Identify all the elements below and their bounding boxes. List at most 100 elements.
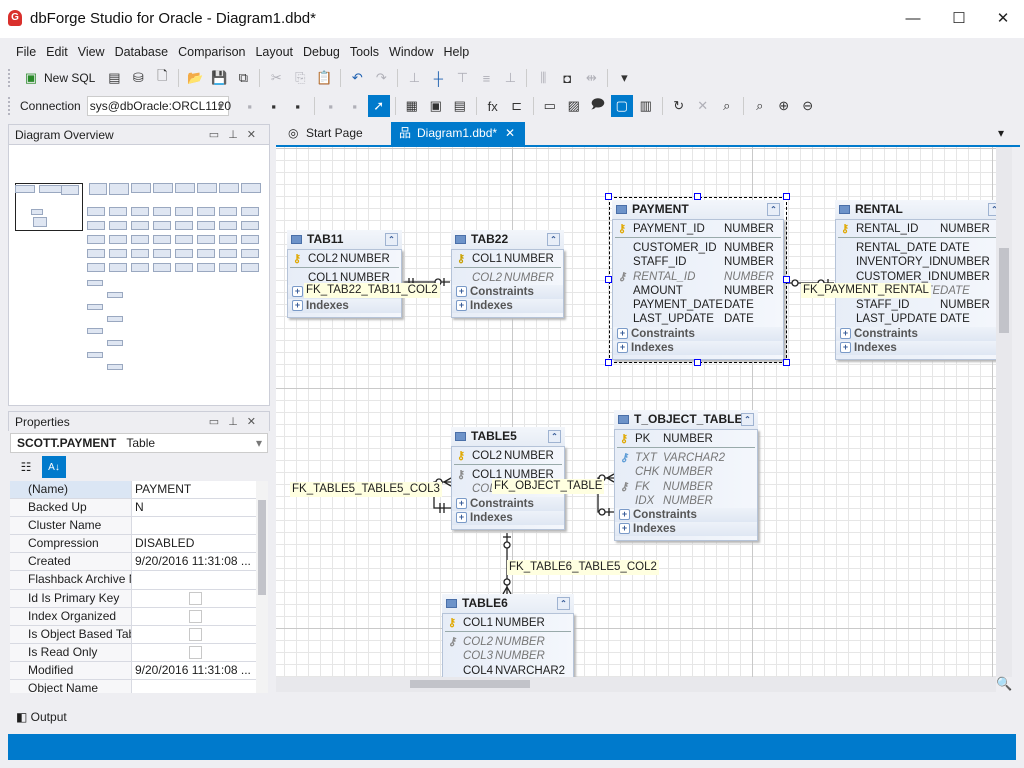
database-sync-icon[interactable]: ▪ — [344, 95, 366, 117]
database-refresh-icon[interactable]: ▪ — [320, 95, 342, 117]
overflow-icon[interactable]: ▾ — [613, 67, 635, 89]
panel-buttons[interactable]: ▭⊥✕ — [209, 125, 265, 145]
property-checkbox[interactable] — [189, 627, 202, 641]
maximize-button[interactable]: ☐ — [936, 6, 982, 32]
tab-start-page[interactable]: ◎ Start Page — [280, 122, 384, 145]
property-row[interactable]: Index Organized — [10, 607, 256, 626]
relation-label[interactable]: FK_OBJECT_TABLE — [492, 479, 605, 494]
property-row[interactable]: Created 9/20/2016 11:31:08 ... — [10, 553, 256, 572]
database-disconnect-icon[interactable]: ▪ — [239, 95, 261, 117]
new-database-object-icon[interactable]: ⛁ — [127, 67, 149, 89]
property-value[interactable] — [132, 680, 256, 693]
redo-icon[interactable]: ↷ — [370, 67, 392, 89]
align-left-icon[interactable]: ⊥ — [403, 67, 425, 89]
menu-window[interactable]: Window — [384, 42, 438, 62]
column-row[interactable]: CUSTOMER_ID NUMBER — [615, 241, 781, 255]
column-row[interactable]: CUSTOMER_ID NUMBER — [838, 270, 996, 284]
property-value[interactable]: N — [132, 499, 256, 516]
relation-label[interactable]: FK_TABLE6_TABLE5_COL2 — [507, 560, 659, 575]
column-row[interactable]: PAYMENT_DATE DATE — [615, 298, 781, 312]
save-all-icon[interactable]: ⧉ — [232, 67, 254, 89]
collapse-icon[interactable]: ⌃ — [557, 597, 570, 610]
property-checkbox[interactable] — [189, 591, 202, 605]
column-row[interactable]: IDX NUMBER — [617, 494, 755, 508]
section-indexes[interactable]: Indexes — [613, 340, 783, 355]
section-constraints[interactable]: Constraints — [452, 285, 563, 300]
minimize-button[interactable]: — — [890, 6, 936, 32]
collapse-icon[interactable]: ⌃ — [385, 233, 398, 246]
menu-tools[interactable]: Tools — [345, 42, 384, 62]
zoom-reset-icon[interactable]: ⌕ — [749, 95, 771, 117]
database-edit-icon[interactable]: ▪ — [287, 95, 309, 117]
selection-handle[interactable] — [783, 276, 790, 283]
function-icon[interactable]: fx — [482, 95, 504, 117]
column-row[interactable]: ⚷ RENTAL_ID NUMBER — [838, 222, 996, 238]
new-sql-button[interactable]: New SQL — [44, 71, 95, 85]
column-row[interactable]: ⚷ COL2 NUMBER — [454, 449, 562, 465]
table-header[interactable]: T_OBJECT_TABLE ⌃ — [614, 410, 758, 429]
alphabetical-sort-icon[interactable]: A↓ — [42, 456, 66, 478]
relation-label[interactable]: FK_TAB22_TAB11_COL2 — [304, 283, 440, 298]
section-indexes[interactable]: Indexes — [836, 340, 996, 355]
diagram-table-payment[interactable]: PAYMENT ⌃ ⚷ PAYMENT_ID NUMBER CUSTOMER_ID NUMB… — [605, 193, 790, 366]
column-row[interactable]: ⚷ COL2 NUMBER — [445, 635, 571, 649]
selection-handle[interactable] — [605, 276, 612, 283]
collapse-icon[interactable]: ⌃ — [741, 413, 754, 426]
tab-list-dropdown[interactable]: ▾ — [998, 122, 1004, 145]
bring-to-front-icon[interactable]: ◘ — [556, 67, 578, 89]
section-indexes[interactable]: Indexes — [615, 522, 757, 537]
property-checkbox[interactable] — [189, 609, 202, 623]
collapse-icon[interactable]: ⌃ — [988, 203, 996, 216]
pointer-icon[interactable]: ➚ — [367, 95, 390, 117]
relation-label[interactable]: FK_PAYMENT_RENTAL — [801, 283, 931, 298]
column-row[interactable]: LAST_UPDATE DATE — [615, 312, 781, 326]
selection-handle[interactable] — [783, 193, 790, 200]
diagram-canvas[interactable]: TAB11⌃⚷COL2NUMBERCOL1NUMBERConstraintsIn… — [276, 147, 996, 677]
property-row[interactable]: Backed Up N — [10, 499, 256, 518]
column-row[interactable]: COL3NUMBER — [445, 649, 571, 663]
relation-icon[interactable]: ⊏ — [506, 95, 528, 117]
column-row[interactable]: ⚷ PAYMENT_ID NUMBER — [615, 222, 781, 238]
view-icon[interactable]: ▣ — [425, 95, 447, 117]
image-icon[interactable]: ▨ — [563, 95, 585, 117]
column-row[interactable]: ⚷ TXT VARCHAR2 — [617, 451, 755, 465]
property-checkbox[interactable] — [189, 645, 202, 659]
selection-handle[interactable] — [783, 359, 790, 366]
diagram-overview[interactable] — [8, 144, 270, 406]
property-row[interactable]: Modified 9/20/2016 11:31:08 ... — [10, 661, 256, 681]
connection-select[interactable]: sys@dbOracle:ORCL1120 — [86, 96, 231, 116]
column-row[interactable]: CHK NUMBER — [617, 465, 755, 479]
menu-layout[interactable]: Layout — [250, 42, 298, 62]
database-connect-icon[interactable]: ▪ — [263, 95, 285, 117]
column-row[interactable]: ⚷ COL2 NUMBER — [290, 252, 399, 268]
table-header[interactable]: RENTAL ⌃ — [835, 200, 996, 219]
column-row[interactable]: ⚷ COL1 NUMBER — [445, 616, 571, 632]
toolbar-grip[interactable] — [8, 69, 14, 87]
table-header[interactable]: TABLE6 ⌃ — [442, 594, 574, 613]
output-tab[interactable]: ◧ Output — [16, 709, 67, 725]
table-header[interactable]: TAB22 ⌃ — [451, 230, 564, 249]
column-row[interactable]: STAFF_ID NUMBER — [615, 255, 781, 269]
paste-icon[interactable]: 📋 — [313, 67, 335, 89]
horizontal-scrollbar[interactable] — [276, 677, 996, 692]
column-row[interactable]: LAST_UPDATE DATE — [838, 312, 996, 326]
column-row[interactable]: COL4 NVARCHAR2 — [445, 664, 571, 677]
vertical-scroll-thumb[interactable] — [999, 248, 1009, 333]
procedure-icon[interactable]: ▤ — [449, 95, 471, 117]
distribute-icon[interactable]: ⫼ — [532, 67, 554, 89]
diagram-table-tab22[interactable]: TAB22⌃⚷COL1NUMBERCOL2NUMBERConstraintsIn… — [451, 230, 564, 319]
copy-icon[interactable]: ⎘ — [289, 67, 311, 89]
menu-help[interactable]: Help — [439, 42, 475, 62]
column-row[interactable]: AMOUNT NUMBER — [615, 284, 781, 298]
align-bottom-icon[interactable]: ⊥ — [499, 67, 521, 89]
align-middle-icon[interactable]: ≡ — [475, 67, 497, 89]
column-row[interactable]: COL2 NUMBER — [454, 271, 561, 285]
new-file-icon[interactable]: 🗋 — [151, 67, 173, 89]
diagram-table-table6[interactable]: TABLE6 ⌃ ⚷ COL1 NUMBER ⚷ COL2 NUMBER COL3 NUMBER C… — [442, 594, 574, 677]
table-header[interactable]: TABLE5 ⌃ — [451, 427, 565, 446]
property-value[interactable]: PAYMENT — [132, 481, 256, 498]
section-indexes[interactable]: Indexes — [452, 510, 564, 525]
diagram-table-tab11[interactable]: TAB11⌃⚷COL2NUMBERCOL1NUMBERConstraintsIn… — [287, 230, 402, 319]
tab-diagram1[interactable]: 品 Diagram1.dbd* ✕ — [391, 122, 525, 145]
property-row[interactable]: Compression DISABLED — [10, 535, 256, 554]
